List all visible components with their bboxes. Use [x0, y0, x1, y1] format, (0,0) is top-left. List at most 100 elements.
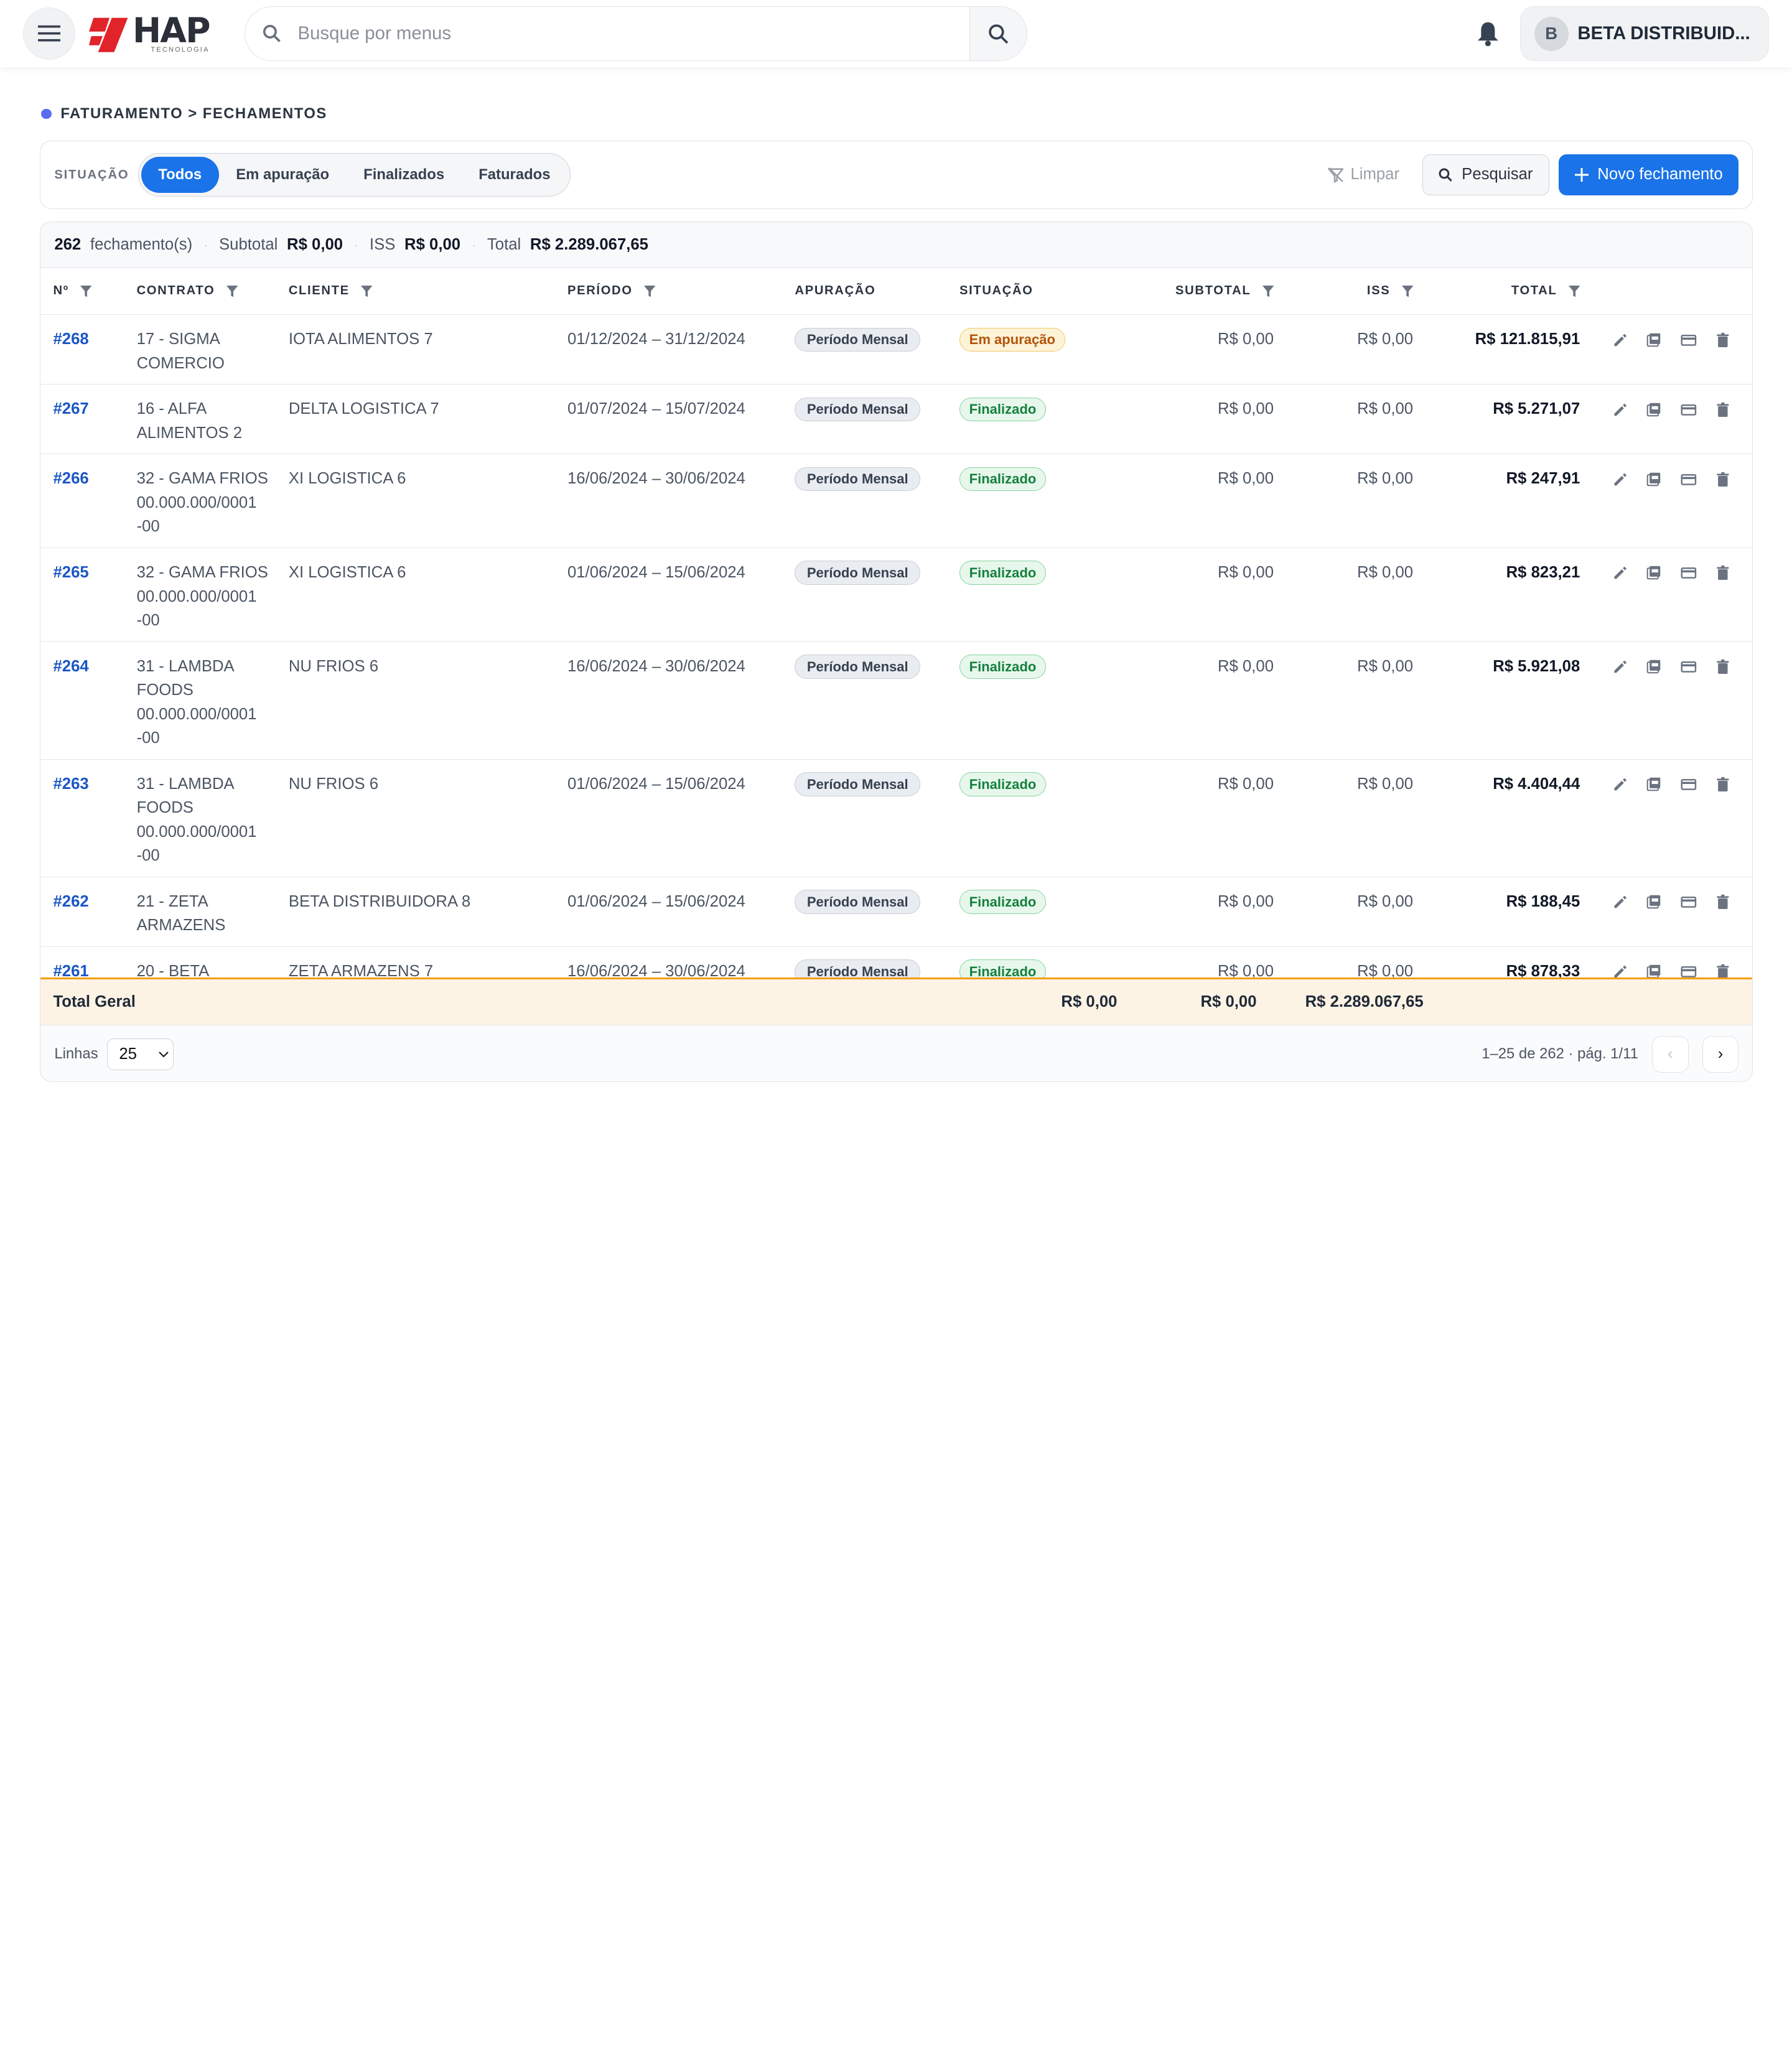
search-submit-button[interactable]: [969, 7, 1027, 61]
pdf-icon[interactable]: [1646, 402, 1663, 418]
cell-total: R$ 823,21: [1506, 563, 1580, 581]
delete-icon[interactable]: [1715, 659, 1731, 675]
pdf-icon[interactable]: [1646, 894, 1663, 910]
column-filter-icon[interactable]: [1401, 285, 1414, 297]
column-header-contrato[interactable]: CONTRATO: [137, 284, 289, 298]
delete-icon[interactable]: [1715, 402, 1731, 418]
cell-period: 01/12/2024 – 31/12/2024: [567, 330, 745, 348]
billing-card-icon[interactable]: [1681, 565, 1697, 581]
closing-number-link[interactable]: #264: [53, 658, 88, 675]
notifications-button[interactable]: [1472, 17, 1503, 49]
table-row[interactable]: #264 31 - LAMBDA FOODS 00.000.000/0001 -00 …: [40, 641, 1753, 760]
column-filter-icon[interactable]: [226, 285, 238, 297]
billing-card-icon[interactable]: [1681, 332, 1697, 348]
tab-em-apuracao[interactable]: Em apuração: [219, 157, 347, 194]
delete-icon[interactable]: [1715, 565, 1731, 581]
pdf-icon[interactable]: [1646, 777, 1663, 793]
status-badge: Finalizado: [959, 467, 1047, 492]
contract-line: 00.000.000/0001: [136, 587, 257, 605]
column-filter-icon[interactable]: [80, 285, 92, 297]
user-menu[interactable]: B BETA DISTRIBUID...: [1519, 6, 1770, 62]
column-header-num[interactable]: Nº: [40, 284, 136, 298]
menu-button[interactable]: [22, 7, 76, 60]
billing-card-icon[interactable]: [1681, 964, 1697, 978]
closing-number-link[interactable]: #268: [53, 330, 88, 348]
clear-filters-button[interactable]: Limpar: [1314, 154, 1413, 195]
pagination-info: 1–25 de 262 · pág. 1/11: [1482, 1045, 1638, 1063]
tab-faturados[interactable]: Faturados: [462, 157, 567, 194]
billing-card-icon[interactable]: [1681, 402, 1697, 418]
apuracao-badge: Período Mensal: [795, 959, 921, 978]
column-header-total[interactable]: TOTAL: [1413, 284, 1580, 298]
pdf-icon[interactable]: [1646, 565, 1663, 581]
new-closing-button[interactable]: Novo fechamento: [1558, 154, 1739, 196]
menu-search: [245, 6, 1028, 62]
search-icon: [989, 24, 1009, 44]
delete-icon[interactable]: [1715, 472, 1731, 488]
column-filter-icon[interactable]: [361, 285, 373, 297]
edit-icon[interactable]: [1612, 894, 1628, 910]
tab-todos[interactable]: Todos: [141, 156, 219, 194]
hap-logo[interactable]: HAP TECNOLOGIA: [89, 14, 226, 54]
closing-number-link[interactable]: #261: [53, 963, 88, 977]
pdf-icon[interactable]: [1646, 332, 1663, 348]
closing-number-link[interactable]: #267: [53, 400, 88, 417]
closing-number-link[interactable]: #266: [53, 470, 88, 487]
edit-icon[interactable]: [1612, 777, 1628, 793]
edit-icon[interactable]: [1612, 472, 1628, 488]
column-header-periodo[interactable]: PERÍODO: [567, 284, 795, 298]
cell-num: #268: [40, 327, 136, 384]
cell-apuracao: Período Mensal: [795, 467, 959, 547]
edit-icon[interactable]: [1612, 402, 1628, 418]
breadcrumb-dot-icon: [41, 108, 52, 119]
next-page-button[interactable]: ›: [1702, 1036, 1739, 1073]
cell-iss: R$ 0,00: [1357, 775, 1414, 793]
pdf-icon[interactable]: [1646, 659, 1663, 675]
table-row[interactable]: #263 31 - LAMBDA FOODS 00.000.000/0001 -00 …: [40, 760, 1753, 877]
pdf-icon[interactable]: [1646, 472, 1663, 488]
delete-icon[interactable]: [1715, 894, 1731, 910]
edit-icon[interactable]: [1612, 659, 1628, 675]
pdf-icon[interactable]: [1646, 964, 1663, 978]
tab-finalizados[interactable]: Finalizados: [347, 157, 462, 194]
delete-icon[interactable]: [1715, 332, 1731, 348]
edit-icon[interactable]: [1612, 964, 1628, 978]
closing-number-link[interactable]: #265: [53, 564, 88, 581]
column-header-cliente[interactable]: CLIENTE: [289, 284, 567, 298]
billing-card-icon[interactable]: [1681, 894, 1697, 910]
menu-search-input[interactable]: [297, 23, 970, 45]
contract-line: ARMAZENS: [136, 917, 226, 935]
column-header-total-label: TOTAL: [1511, 284, 1557, 298]
table-row[interactable]: #262 21 - ZETA ARMAZENS BETA DISTRIBUIDOR…: [40, 877, 1753, 947]
cell-contract: 31 - LAMBDA FOODS 00.000.000/0001 -00: [137, 655, 289, 759]
column-header-subtotal[interactable]: SUBTOTAL: [1116, 284, 1274, 298]
billing-card-icon[interactable]: [1681, 777, 1697, 793]
column-filter-icon[interactable]: [644, 285, 656, 297]
table-row[interactable]: #266 32 - GAMA FRIOS 00.000.000/0001 -00 X…: [40, 454, 1753, 548]
apuracao-badge: Período Mensal: [795, 561, 921, 585]
prev-page-button[interactable]: ‹: [1651, 1036, 1689, 1073]
delete-icon[interactable]: [1715, 777, 1731, 793]
cell-total: R$ 5.921,08: [1493, 657, 1580, 675]
cell-total: R$ 878,33: [1506, 962, 1580, 978]
billing-card-icon[interactable]: [1681, 659, 1697, 675]
closing-number-link[interactable]: #262: [53, 893, 88, 910]
column-filter-icon[interactable]: [1568, 285, 1580, 297]
column-header-iss[interactable]: ISS: [1274, 284, 1414, 298]
delete-icon[interactable]: [1715, 964, 1731, 978]
column-header-apuracao: APURAÇÃO: [795, 284, 959, 298]
edit-icon[interactable]: [1612, 565, 1628, 581]
table-row[interactable]: #261 20 - BETA ZETA ARMAZENS 7 16/06/202…: [40, 947, 1752, 978]
search-button[interactable]: Pesquisar: [1422, 154, 1550, 196]
cell-num: #266: [40, 467, 136, 547]
edit-icon[interactable]: [1612, 332, 1628, 348]
column-header-apuracao-label: APURAÇÃO: [795, 284, 876, 298]
status-badge: Finalizado: [959, 890, 1047, 914]
billing-card-icon[interactable]: [1681, 472, 1697, 488]
column-filter-icon[interactable]: [1262, 285, 1274, 297]
table-row[interactable]: #265 32 - GAMA FRIOS 00.000.000/0001 -00 X…: [40, 548, 1753, 642]
table-row[interactable]: #267 16 - ALFA ALIMENTOS 2 DELTA LOGISTIC…: [40, 385, 1753, 455]
rows-per-page-select[interactable]: 25: [107, 1038, 174, 1071]
table-row[interactable]: #268 17 - SIGMA COMERCIO IOTA ALIMENTOS 7…: [40, 315, 1753, 385]
closing-number-link[interactable]: #263: [53, 775, 88, 793]
